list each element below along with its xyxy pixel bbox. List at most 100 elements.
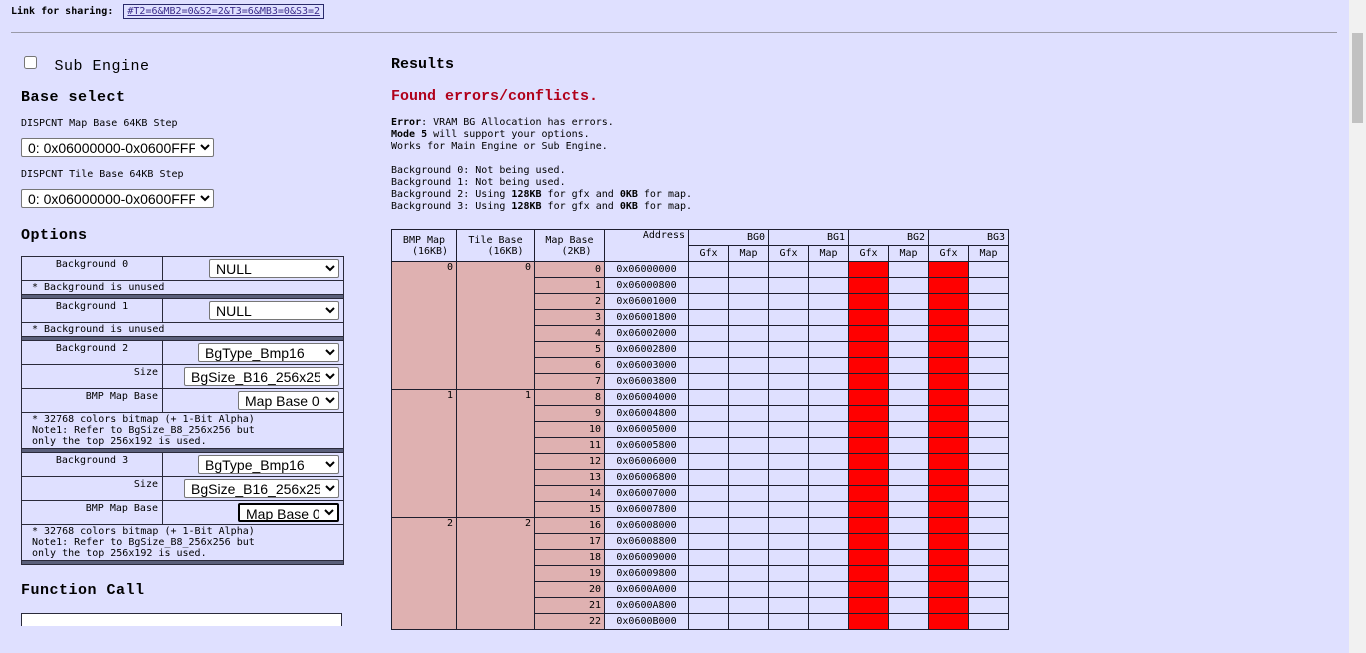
usage-cell <box>768 373 809 390</box>
usage-cell <box>808 373 849 390</box>
map-base-cell: 8 <box>534 389 605 406</box>
share-link[interactable]: #T2=6&MB2=0&S2=2&T3=6&MB3=0&S3=2 <box>123 4 325 19</box>
table-row: 1 1 8 0x06004000 <box>391 389 1009 518</box>
bg0-type-select[interactable]: NULL <box>209 259 339 278</box>
usage-cell <box>808 325 849 342</box>
usage-cell <box>888 293 929 310</box>
address-cell: 0x06006000 <box>604 453 689 470</box>
usage-cell <box>808 261 849 278</box>
usage-cell <box>768 533 809 550</box>
conflict-cell <box>848 613 889 630</box>
scrollbar-thumb[interactable] <box>1352 33 1363 123</box>
col-bmp-map: BMP Map (16KB) <box>391 229 457 262</box>
tile-base-cell: 0 <box>456 261 535 390</box>
conflict-cell <box>848 405 889 422</box>
options-title: Options <box>21 227 88 244</box>
map-base-cell: 7 <box>534 373 605 390</box>
conflict-cell <box>928 565 969 582</box>
usage-cell <box>968 549 1009 566</box>
usage-cell <box>968 469 1009 486</box>
usage-cell <box>808 501 849 518</box>
usage-cell <box>728 293 769 310</box>
conflict-cell <box>928 309 969 326</box>
map-base-cell: 6 <box>534 357 605 374</box>
tile-base-label: DISPCNT Tile Base 64KB Step <box>21 169 184 180</box>
usage-cell <box>808 389 849 406</box>
conflict-cell <box>928 517 969 534</box>
usage-cell <box>808 517 849 534</box>
usage-cell <box>728 469 769 486</box>
map-base-cell: 4 <box>534 325 605 342</box>
conflict-cell <box>928 533 969 550</box>
conflict-cell <box>928 469 969 486</box>
usage-cell <box>968 437 1009 454</box>
conflict-cell <box>928 597 969 614</box>
col-bg0: BG0 <box>688 229 769 246</box>
usage-cell <box>728 261 769 278</box>
usage-cell <box>968 309 1009 326</box>
usage-cell <box>968 373 1009 390</box>
conflict-cell <box>928 357 969 374</box>
usage-cell <box>888 533 929 550</box>
function-call-box[interactable] <box>21 613 342 626</box>
share-label: Link for sharing: <box>11 6 114 17</box>
usage-cell <box>808 277 849 294</box>
tile-base-select[interactable]: 0: 0x06000000-0x0600FFFF <box>21 189 214 208</box>
usage-cell <box>688 325 729 342</box>
address-cell: 0x06005800 <box>604 437 689 454</box>
col-bg3: BG3 <box>928 229 1009 246</box>
conflict-cell <box>928 581 969 598</box>
bg2-bmp-select[interactable]: Map Base 0 <box>238 391 339 410</box>
vram-table: BMP Map (16KB) Tile Base (16KB) Map Base (2… <box>391 229 1009 630</box>
address-cell: 0x06009800 <box>604 565 689 582</box>
table-row: 2 2 16 0x06008000 <box>391 517 1009 630</box>
usage-cell <box>728 341 769 358</box>
usage-cell <box>728 613 769 630</box>
usage-cell <box>808 565 849 582</box>
scrollbar[interactable] <box>1349 0 1366 653</box>
sub-engine-row: Sub Engine <box>24 56 351 75</box>
bg3-size-select[interactable]: BgSize_B16_256x256 <box>184 479 339 498</box>
usage-cell <box>888 277 929 294</box>
usage-cell <box>688 469 729 486</box>
usage-cell <box>688 501 729 518</box>
address-cell: 0x0600B000 <box>604 613 689 630</box>
map-base-cell: 11 <box>534 437 605 454</box>
bg0-note: * Background is unused <box>21 280 344 295</box>
bg3-type-select[interactable]: BgType_Bmp16 <box>198 455 339 474</box>
usage-cell <box>968 453 1009 470</box>
conflict-cell <box>848 341 889 358</box>
usage-cell <box>728 325 769 342</box>
sub-engine-checkbox[interactable] <box>24 56 37 69</box>
results-panel: Results Found errors/conflicts. Error: V… <box>391 56 1331 630</box>
usage-cell <box>768 581 809 598</box>
conflict-cell <box>848 597 889 614</box>
map-base-cell: 15 <box>534 501 605 518</box>
usage-cell <box>808 581 849 598</box>
bg1-type-select[interactable]: NULL <box>209 301 339 320</box>
usage-cell <box>888 485 929 502</box>
usage-cell <box>968 613 1009 630</box>
usage-cell <box>968 421 1009 438</box>
bg2-type-select[interactable]: BgType_Bmp16 <box>198 343 339 362</box>
map-base-cell: 19 <box>534 565 605 582</box>
bg2-size-select[interactable]: BgSize_B16_256x256 <box>184 367 339 386</box>
usage-cell <box>968 277 1009 294</box>
usage-cell <box>888 613 929 630</box>
usage-cell <box>808 293 849 310</box>
usage-cell <box>688 613 729 630</box>
bg3-bmp-select[interactable]: Map Base 0 <box>238 503 339 522</box>
conflict-cell <box>928 325 969 342</box>
col-bg3-map: Map <box>968 245 1009 262</box>
usage-cell <box>688 533 729 550</box>
conflict-cell <box>928 261 969 278</box>
conflict-cell <box>848 453 889 470</box>
usage-cell <box>808 309 849 326</box>
address-cell: 0x06007000 <box>604 485 689 502</box>
address-cell: 0x06007800 <box>604 501 689 518</box>
usage-cell <box>888 341 929 358</box>
map-base-select[interactable]: 0: 0x06000000-0x0600FFFF <box>21 138 214 157</box>
map-base-cell: 0 <box>534 261 605 278</box>
map-base-cell: 22 <box>534 613 605 630</box>
col-address: Address <box>604 229 689 262</box>
